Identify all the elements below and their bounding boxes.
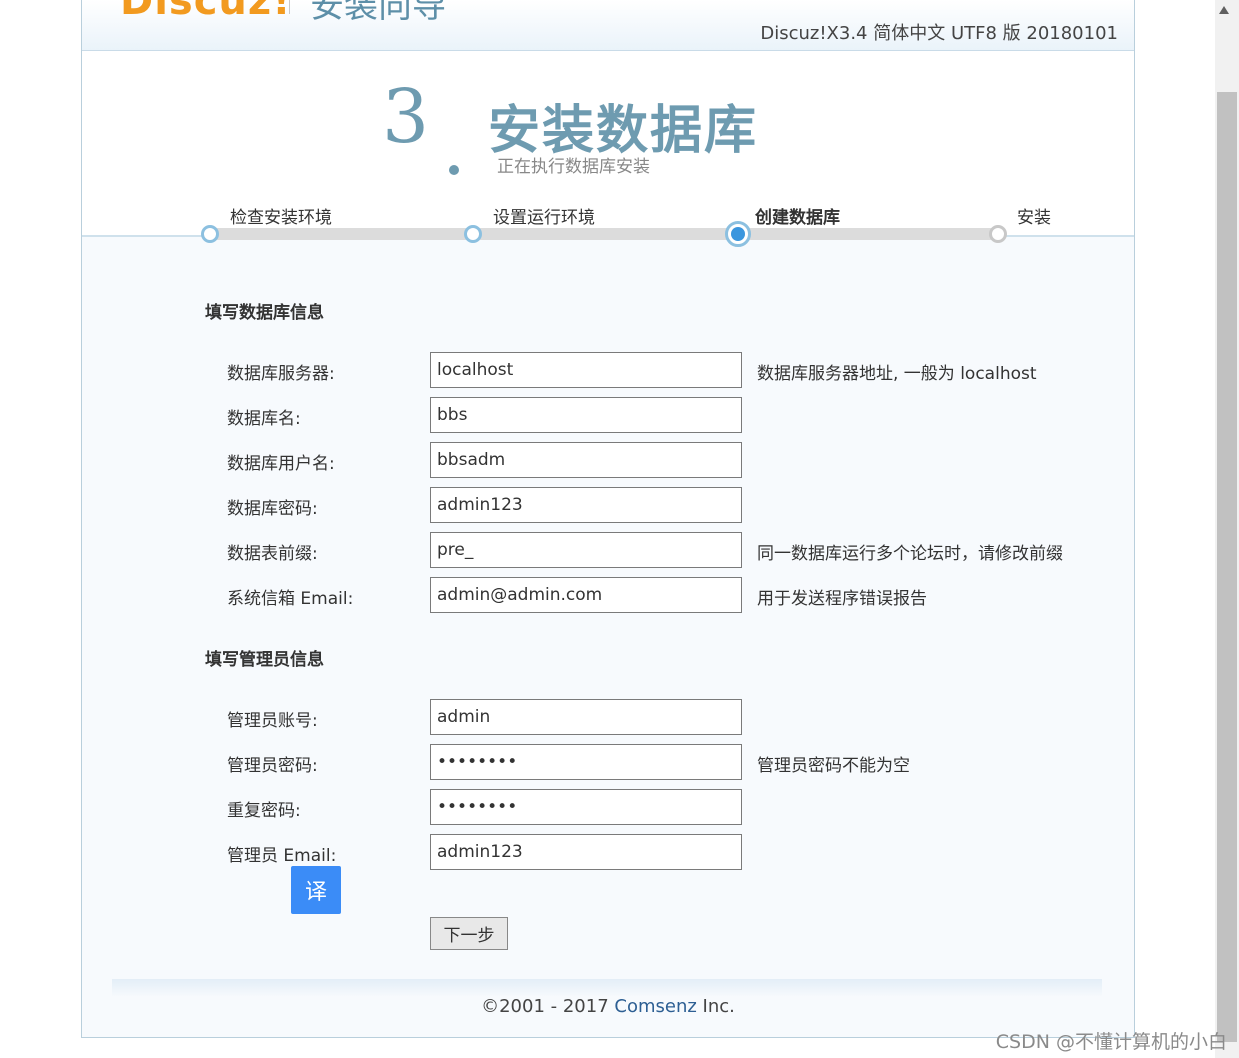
step-number-dot [449,165,459,175]
db-name-label: 数据库名: [227,409,301,429]
translate-button[interactable]: 译 [291,866,341,914]
table-prefix-label: 数据表前缀: [227,544,318,564]
progress-step-label-current: 创建数据库 [755,208,840,228]
scroll-up-arrow-icon[interactable] [1219,6,1229,14]
progress-step-label: 检查安装环境 [230,208,332,228]
db-server-input[interactable] [430,352,742,388]
footer: ©2001 - 2017 Comsenz Inc. [82,996,1134,1017]
wizard-title: 安装向导 [310,0,446,26]
vertical-scrollbar[interactable] [1215,0,1239,1058]
step-description: 正在执行数据库安装 [497,157,650,177]
admin-password-hint: 管理员密码不能为空 [757,756,910,776]
table-prefix-input[interactable] [430,532,742,568]
db-password-input[interactable] [430,487,742,523]
step-number: 3 [382,74,430,160]
db-user-label: 数据库用户名: [227,454,335,474]
table-prefix-hint: 同一数据库运行多个论坛时，请修改前缀 [757,544,1063,564]
admin-account-label: 管理员账号: [227,711,318,731]
csdn-watermark: CSDN @不懂计算机的小白 [995,1031,1227,1053]
progress-node-4 [989,225,1007,243]
progress-step-label: 安装 [1017,208,1051,228]
progress-node-2 [464,225,482,243]
admin-password-input[interactable] [430,744,742,780]
footer-band [112,979,1102,997]
logo-separator [289,0,290,14]
system-email-hint: 用于发送程序错误报告 [757,589,927,609]
system-email-input[interactable] [430,577,742,613]
admin-section-title: 填写管理员信息 [205,650,324,670]
scrollbar-thumb[interactable] [1217,92,1237,1042]
repeat-password-label: 重复密码: [227,801,301,821]
repeat-password-input[interactable] [430,789,742,825]
db-password-label: 数据库密码: [227,499,318,519]
footer-company-link[interactable]: Comsenz [614,996,696,1017]
progress-track [210,228,1000,240]
db-server-label: 数据库服务器: [227,364,335,384]
next-step-button[interactable]: 下一步 [430,917,508,950]
db-server-hint: 数据库服务器地址, 一般为 localhost [757,364,1037,384]
system-email-label: 系统信箱 Email: [227,589,354,609]
admin-password-label: 管理员密码: [227,756,318,776]
admin-email-input[interactable] [430,834,742,870]
db-user-input[interactable] [430,442,742,478]
progress-node-3 [725,221,751,247]
db-section-title: 填写数据库信息 [205,303,324,323]
progress-step-label: 设置运行环境 [493,208,595,228]
db-name-input[interactable] [430,397,742,433]
version-text: Discuz!X3.4 简体中文 UTF8 版 20180101 [760,23,1118,44]
header: Discuz! 安装向导 Discuz!X3.4 简体中文 UTF8 版 201… [82,0,1134,51]
progress-node-1 [201,225,219,243]
footer-copyright: ©2001 - 2017 [481,996,615,1017]
admin-email-label: 管理员 Email: [227,846,337,866]
discuz-logo: Discuz! [120,0,292,24]
installer-page: Discuz! 安装向导 Discuz!X3.4 简体中文 UTF8 版 201… [81,0,1135,1038]
footer-suffix: Inc. [696,996,735,1017]
admin-account-input[interactable] [430,699,742,735]
